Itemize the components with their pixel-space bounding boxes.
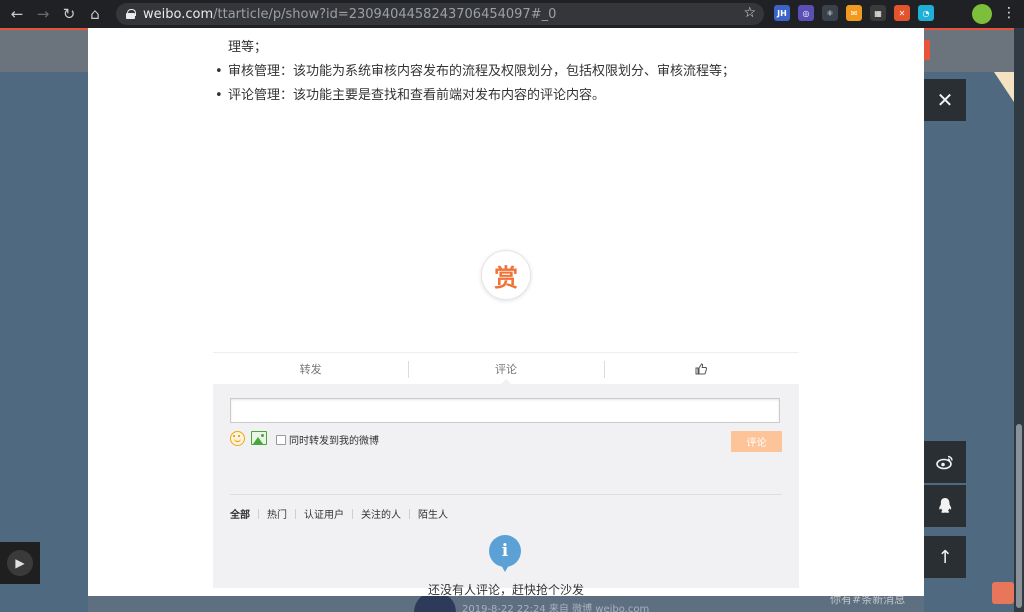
action-bar: 转发 评论 [213,352,799,385]
page-scrollbar-thumb[interactable] [1016,424,1022,608]
filter-strangers[interactable]: 陌生人 [418,506,448,521]
close-icon: ✕ [936,88,954,112]
like-tab[interactable] [603,353,799,384]
bookmark-star-icon[interactable]: ☆ [743,5,756,21]
reward-button[interactable]: 赏 [481,250,531,300]
article-line: 理等； [228,40,268,55]
filter-separator [352,508,353,519]
comment-label: 评论 [494,362,517,376]
filter-separator [295,508,296,519]
thumbs-up-icon [695,362,708,374]
article-list-item: 审核管理：该功能为系统审核内容发布的流程及权限划分，包括权限划分、审核流程等； [215,60,735,84]
image-upload-icon[interactable] [251,431,267,445]
forward-icon[interactable]: → [30,0,56,28]
forward-tab[interactable]: 转发 [213,353,408,384]
reload-icon[interactable]: ↻ [56,0,82,28]
extensions-bar: JH ◎ ⚛ ✉ ▦ ✕ ◔ [774,5,934,21]
sync-forward-checkbox[interactable] [276,435,286,445]
lock-icon [126,9,136,19]
menu-kebab-icon[interactable]: ⋮ [1002,5,1016,21]
home-icon[interactable]: ⌂ [82,0,108,28]
back-icon[interactable]: ← [4,0,30,28]
play-icon: ▶ [7,550,33,576]
address-bar[interactable]: weibo.com/ttarticle/p/show?id=2309404458… [116,3,764,25]
article-text: 理等； 审核管理：该功能为系统审核内容发布的流程及权限划分，包括权限划分、审核流… [215,36,735,108]
filter-all[interactable]: 全部 [230,506,250,521]
background-timestamp: 2019-8-22 22:24 来自 微博 weibo.com [462,604,650,612]
article-list-item: 评论管理：该功能主要是查找和查看前端对发布内容的评论内容。 [215,84,735,108]
comment-panel: 同时转发到我的微博 评论 全部 热门 认证用户 关注的人 陌生人 i 还没有人评… [213,384,799,597]
comment-filters: 全部 热门 认证用户 关注的人 陌生人 [230,506,448,521]
divider [230,494,782,495]
filter-verified[interactable]: 认证用户 [304,506,344,521]
info-icon: i [489,535,521,572]
forward-label: 转发 [299,362,322,376]
filter-separator [258,508,259,519]
submit-comment-button[interactable]: 评论 [731,431,782,452]
arrow-up-icon: ↑ [937,546,953,568]
background-corner-decoration [994,72,1014,102]
comment-tab[interactable]: 评论 [408,353,603,385]
jh-extension-icon[interactable]: JH [774,5,790,21]
back-to-top-button[interactable]: ↑ [924,536,966,578]
emoji-icon[interactable] [230,431,245,446]
article-modal: 理等； 审核管理：该功能为系统审核内容发布的流程及权限划分，包括权限划分、审核流… [88,28,924,597]
share-weibo-button[interactable] [924,441,966,483]
weibo-icon [936,455,953,470]
chat-icon[interactable] [992,582,1014,604]
close-button[interactable]: ✕ [924,79,966,121]
background-left-area [0,72,88,612]
ext-cyan-extension-icon[interactable]: ◔ [918,5,934,21]
url-path: /ttarticle/p/show?id=2309404458243706454… [213,6,557,22]
profile-avatar[interactable] [972,4,992,24]
browser-toolbar: ← → ↻ ⌂ weibo.com/ttarticle/p/show?id=23… [0,0,1024,28]
sync-forward-label[interactable]: 同时转发到我的微博 [289,432,379,447]
ext-red-extension-icon[interactable]: ✕ [894,5,910,21]
filter-following[interactable]: 关注的人 [361,506,401,521]
filter-separator [409,508,410,519]
ext-qr-extension-icon[interactable]: ▦ [870,5,886,21]
ext-orange-extension-icon[interactable]: ✉ [846,5,862,21]
filter-hot[interactable]: 热门 [267,506,287,521]
qq-icon [939,498,952,513]
url-host: weibo.com [143,6,214,22]
comment-input[interactable] [230,398,780,423]
video-play-button[interactable]: ▶ [0,542,40,584]
empty-comments-message: 还没有人评论，赶快抢个沙发 [427,583,584,597]
ext-purple-extension-icon[interactable]: ◎ [798,5,814,21]
share-qq-button[interactable] [924,485,966,527]
ext-react-extension-icon[interactable]: ⚛ [822,5,838,21]
